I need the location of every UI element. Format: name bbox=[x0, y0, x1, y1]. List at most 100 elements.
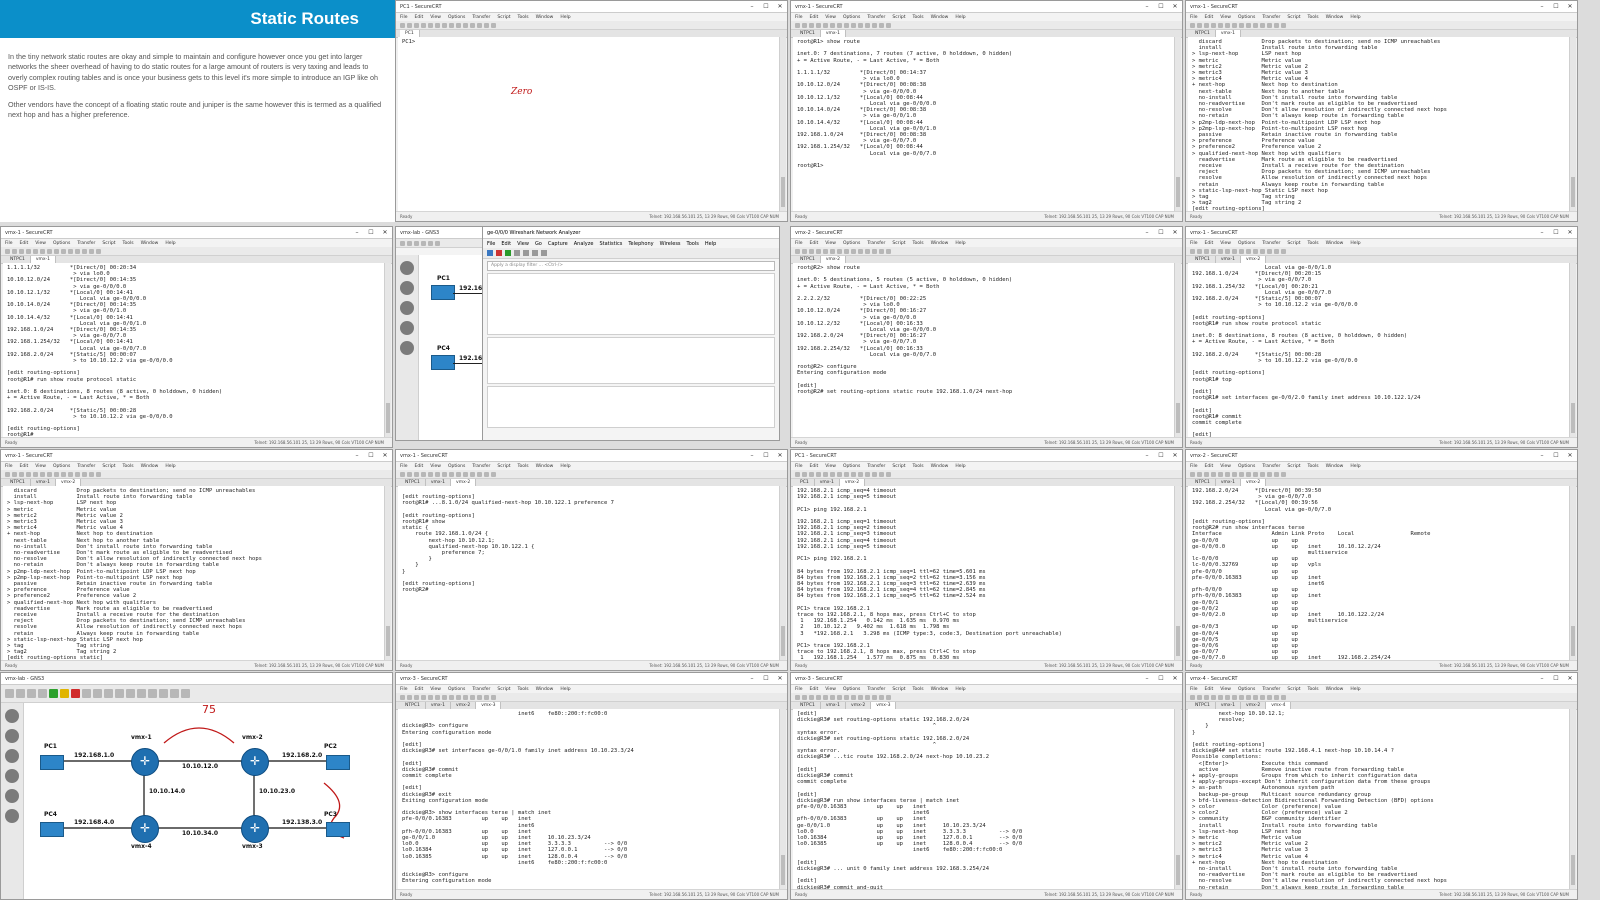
session-tab[interactable]: NTPC1 bbox=[5, 479, 31, 486]
toolbar-button-icon[interactable] bbox=[795, 694, 800, 700]
menu-item[interactable]: Edit bbox=[415, 15, 424, 20]
minimize-icon[interactable]: – bbox=[1535, 229, 1549, 236]
toolbar-button-icon[interactable] bbox=[1218, 22, 1223, 28]
session-tab[interactable]: vmx-2 bbox=[451, 479, 477, 486]
rectangle-icon[interactable] bbox=[115, 689, 124, 698]
menu-item[interactable]: Help bbox=[955, 241, 965, 246]
toolbar-button-icon[interactable] bbox=[456, 471, 461, 477]
switch-icon[interactable] bbox=[400, 281, 414, 295]
toolbar-button-icon[interactable] bbox=[1246, 694, 1251, 700]
menu-item[interactable]: Transfer bbox=[472, 687, 490, 692]
toolbar-button-icon[interactable] bbox=[470, 471, 475, 477]
toolbar-button-icon[interactable] bbox=[484, 471, 489, 477]
window-titlebar[interactable]: vmx-1 - SecureCRT – ☐ ✕ bbox=[1, 450, 392, 462]
menu-item[interactable]: Tools bbox=[912, 15, 923, 20]
toolbar-button-icon[interactable] bbox=[1218, 248, 1223, 254]
router-icon[interactable] bbox=[400, 261, 414, 275]
toolbar-button-icon[interactable] bbox=[47, 471, 52, 477]
session-tab[interactable]: NTPC1 bbox=[795, 256, 821, 263]
minimize-icon[interactable]: – bbox=[745, 675, 759, 682]
terminal-output[interactable]: 1.1.1.1/32 *[Direct/0] 00:20:34 > via lo… bbox=[3, 263, 384, 437]
toolbar-button-icon[interactable] bbox=[1253, 22, 1258, 28]
topology-canvas[interactable]: PC1 192.16 PC4 192.16 bbox=[419, 255, 482, 440]
menu-item[interactable]: Edit bbox=[1205, 687, 1214, 692]
terminal-output[interactable]: discard Drop packets to destination; sen… bbox=[3, 486, 384, 660]
toolbar-button-icon[interactable] bbox=[470, 694, 475, 700]
session-tab[interactable]: vmx-2 bbox=[820, 256, 847, 263]
session-tab[interactable]: vmx-1 bbox=[1216, 702, 1242, 709]
close-icon[interactable]: ✕ bbox=[1563, 675, 1577, 682]
toolbar-button-icon[interactable] bbox=[816, 694, 821, 700]
start-icon[interactable] bbox=[49, 689, 58, 698]
securecrt-window[interactable]: vmx-1 - SecureCRT – ☐ ✕ File Edit View Options T… bbox=[0, 449, 393, 671]
maximize-icon[interactable]: ☐ bbox=[1549, 452, 1563, 459]
packet-list[interactable] bbox=[487, 273, 775, 335]
terminal-output[interactable]: root@R2> show route inet.0: 5 destinatio… bbox=[793, 263, 1174, 437]
session-tab[interactable]: vmx-1 bbox=[1216, 479, 1242, 486]
menu-item[interactable]: Transfer bbox=[77, 241, 95, 246]
toolbar-button-icon[interactable] bbox=[1274, 22, 1279, 28]
toolbar-button-icon[interactable] bbox=[1204, 694, 1209, 700]
pc1-node[interactable] bbox=[40, 755, 64, 770]
scrollbar[interactable] bbox=[1174, 709, 1181, 889]
toolbar-button-icon[interactable] bbox=[491, 694, 496, 700]
maximize-icon[interactable]: ☐ bbox=[1549, 675, 1563, 682]
toolbar-button-icon[interactable] bbox=[61, 471, 66, 477]
securecrt-window[interactable]: vmx-2 - SecureCRT – ☐ ✕ File Edit View Options T… bbox=[1185, 449, 1578, 671]
toolbar-button-icon[interactable] bbox=[435, 694, 440, 700]
menu-item[interactable]: View bbox=[1220, 687, 1231, 692]
window-titlebar[interactable]: PC1 - SecureCRT – ☐ ✕ bbox=[396, 1, 787, 13]
toolbar-button-icon[interactable] bbox=[40, 471, 45, 477]
toolbar-button-icon[interactable] bbox=[1246, 471, 1251, 477]
menu-item[interactable]: View bbox=[825, 241, 836, 246]
menu-item[interactable]: File bbox=[5, 464, 13, 469]
window-titlebar[interactable]: ge-0/0/0 Wireshark Network Analyzer bbox=[483, 227, 779, 239]
menu-item[interactable]: Transfer bbox=[1262, 687, 1280, 692]
toolbar-button-icon[interactable] bbox=[1260, 22, 1265, 28]
toolbar-button-icon[interactable] bbox=[872, 248, 877, 254]
toolbar-button-icon[interactable] bbox=[886, 22, 891, 28]
scrollbar-thumb[interactable] bbox=[1571, 626, 1575, 656]
pc3-node[interactable] bbox=[326, 822, 350, 837]
menu-item[interactable]: View bbox=[1220, 15, 1231, 20]
session-tab[interactable]: NTPC1 bbox=[400, 479, 426, 486]
gns3-window-partial[interactable]: vmx-lab - GNS3 PC1 192.16 PC4 192.16 bbox=[395, 226, 483, 441]
toolbar-button-icon[interactable] bbox=[886, 694, 891, 700]
securecrt-window[interactable]: PC1 - SecureCRT – ☐ ✕ File Edit View Options Tra… bbox=[790, 449, 1183, 671]
toolbar-button-icon[interactable] bbox=[865, 248, 870, 254]
toolbar-button-icon[interactable] bbox=[1260, 694, 1265, 700]
toolbar-button-icon[interactable] bbox=[830, 471, 835, 477]
session-tab[interactable]: PC1 bbox=[795, 479, 815, 486]
menu-item[interactable]: File bbox=[400, 687, 408, 692]
menu-item[interactable]: Wireless bbox=[660, 241, 681, 247]
terminal-output[interactable]: inet6 fe80::200:f:fc00:0 dickie@R3> conf… bbox=[398, 709, 779, 889]
packet-details[interactable] bbox=[487, 337, 775, 384]
securecrt-window[interactable]: vmx-4 - SecureCRT – ☐ ✕ File Edit View Options T… bbox=[1185, 672, 1578, 900]
toolbar-button-icon[interactable] bbox=[19, 248, 24, 254]
window-titlebar[interactable]: vmx-lab - GNS3 bbox=[1, 673, 392, 685]
toolbar-button-icon[interactable] bbox=[1190, 22, 1195, 28]
menu-item[interactable]: Tools bbox=[1307, 687, 1318, 692]
menu-item[interactable]: File bbox=[795, 15, 803, 20]
toolbar-button-icon[interactable] bbox=[1211, 694, 1216, 700]
toolbar-button-icon[interactable] bbox=[442, 694, 447, 700]
menu-item[interactable]: Transfer bbox=[77, 464, 95, 469]
menu-item[interactable]: Transfer bbox=[867, 464, 885, 469]
toolbar-button-icon[interactable] bbox=[1253, 248, 1258, 254]
pc2-node[interactable] bbox=[326, 755, 350, 770]
toolbar-button-icon[interactable] bbox=[449, 22, 454, 28]
router-icon[interactable] bbox=[5, 709, 19, 723]
menu-item[interactable]: Script bbox=[892, 15, 905, 20]
toolbar-button-icon[interactable] bbox=[1190, 471, 1195, 477]
scrollbar-thumb[interactable] bbox=[386, 403, 390, 433]
menu-item[interactable]: Script bbox=[892, 687, 905, 692]
suspend-icon[interactable] bbox=[60, 689, 69, 698]
menu-item[interactable]: Tools bbox=[1307, 464, 1318, 469]
toolbar-button-icon[interactable] bbox=[33, 248, 38, 254]
vmx4-router[interactable] bbox=[131, 815, 159, 843]
menu-item[interactable]: Edit bbox=[1205, 241, 1214, 246]
menu-item[interactable]: Edit bbox=[810, 241, 819, 246]
toolbar-button-icon[interactable] bbox=[1225, 694, 1230, 700]
menu-item[interactable]: Help bbox=[1350, 15, 1360, 20]
menu-item[interactable]: Window bbox=[1326, 241, 1344, 246]
